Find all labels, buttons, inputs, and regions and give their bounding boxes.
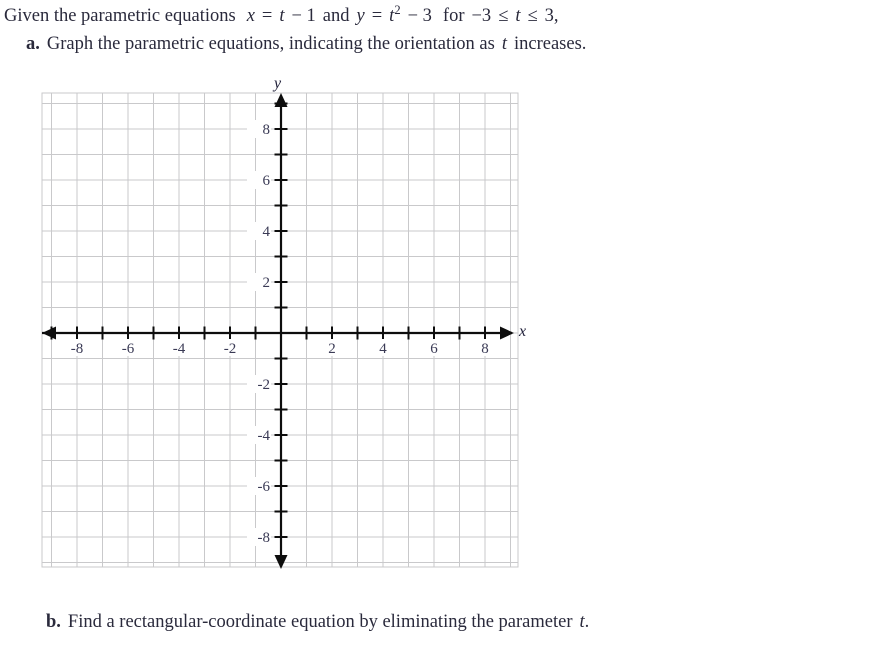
part-b-text: Find a rectangular-coordinate equation b… [67, 612, 573, 632]
problem-part-a: a. Graph the parametric equations, indica… [26, 31, 586, 57]
y-tick-label: -4 [258, 428, 271, 444]
x-tick-label: 6 [430, 341, 438, 357]
stem-conjunction: and [322, 6, 350, 26]
x-tick-label: -6 [122, 341, 135, 357]
equation-x-remainder: − 1 [291, 6, 316, 26]
domain-upper-bound: 3, [544, 6, 559, 26]
domain-relation-left: ≤ [498, 6, 509, 26]
part-a-label: a. [26, 34, 40, 54]
x-tick-label: -8 [71, 341, 84, 357]
y-tick-label: -2 [258, 377, 271, 393]
equation-y-variable: y [356, 6, 365, 26]
x-tick-label: 8 [481, 341, 489, 357]
x-tick-label: -2 [224, 341, 237, 357]
y-tick-label: -6 [258, 479, 271, 495]
x-tick-label: 4 [379, 341, 387, 357]
domain-relation-right: ≤ [527, 6, 538, 26]
y-tick-label: 8 [263, 122, 271, 138]
part-a-parameter: t [501, 34, 507, 54]
x-tick-label: 2 [328, 341, 336, 357]
stem-lead-text: Given the parametric equations [4, 6, 236, 26]
equation-x-equals: = [261, 6, 273, 26]
y-tick-label: -8 [258, 530, 271, 546]
part-a-text-tail: increases. [513, 34, 587, 54]
x-axis-label: x [518, 323, 526, 340]
part-a-text: Graph the parametric equations, indicati… [46, 34, 495, 54]
part-b-text-tail: . [584, 612, 590, 632]
y-tick-label: 4 [263, 224, 271, 240]
graph-canvas[interactable]: -8 -6 -4 -2 2 4 6 8 8 6 4 2 -2 -4 -6 -8 x y [0, 60, 560, 590]
stem-for-keyword: for [442, 6, 465, 26]
domain-lower-bound: −3 [471, 6, 492, 26]
problem-stem: Given the parametric equations x = t − 1 and y… [4, 3, 559, 29]
coordinate-graph[interactable]: -8 -6 -4 -2 2 4 6 8 8 6 4 2 -2 -4 -6 -8 x y [0, 60, 560, 590]
equation-x-parameter: t [279, 6, 285, 26]
problem-part-b: b. Find a rectangular-coordinate equation… [46, 609, 589, 635]
y-axis-label: y [272, 75, 282, 92]
y-tick-label: 2 [263, 275, 271, 291]
equation-y-remainder: − 3 [407, 6, 432, 26]
y-tick-label: 6 [263, 173, 271, 189]
part-b-label: b. [46, 612, 61, 632]
equation-x-variable: x [246, 6, 255, 26]
equation-y-exponent: 2 [394, 2, 401, 17]
equation-y-equals: = [371, 6, 383, 26]
domain-variable: t [515, 6, 521, 26]
x-tick-label: -4 [173, 341, 186, 357]
